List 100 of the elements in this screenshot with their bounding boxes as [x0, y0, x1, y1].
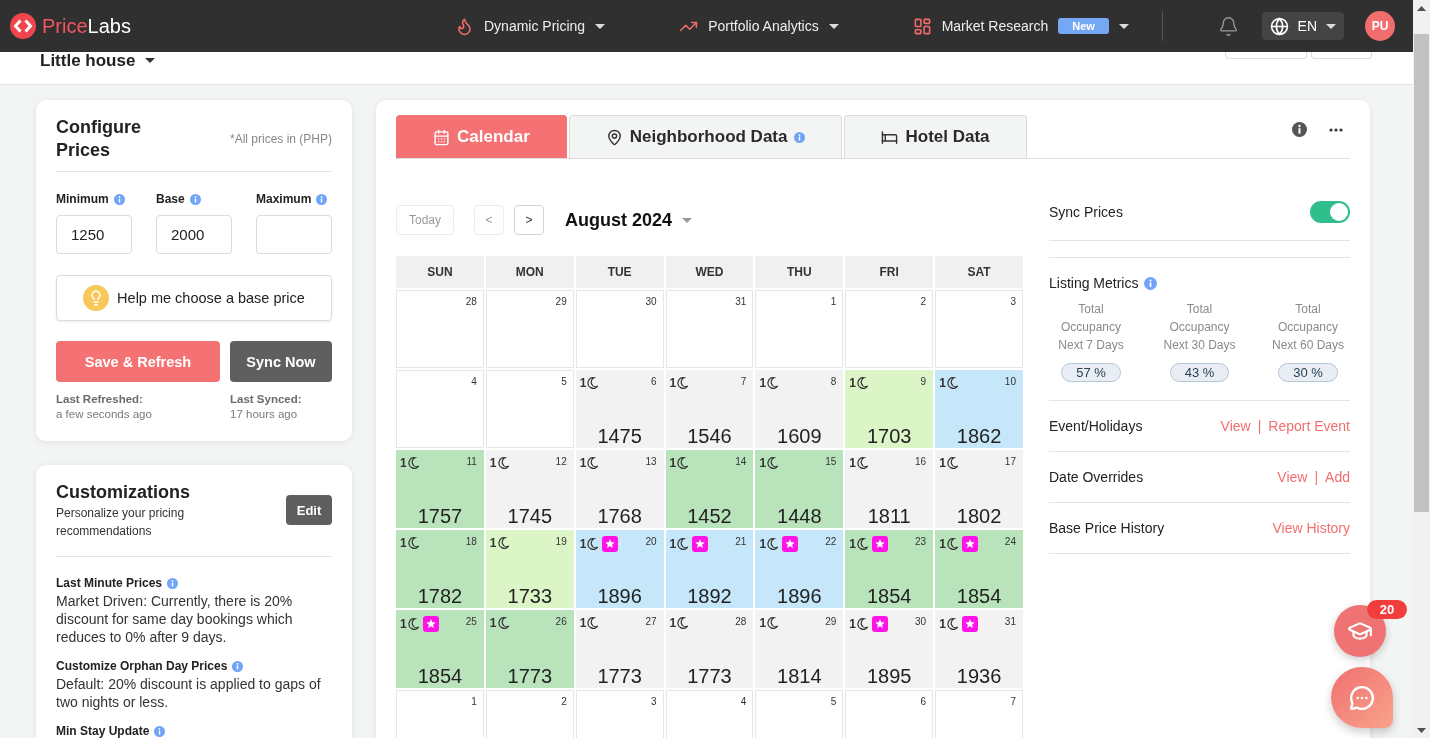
calendar-day-cell[interactable]: 1 28 1773 — [665, 610, 754, 688]
month-selector[interactable]: August 2024 — [565, 209, 693, 231]
date-number: 2 — [561, 696, 567, 708]
date-number: 3 — [651, 696, 657, 708]
min-stay-count: 1 — [669, 456, 677, 470]
date-number: 4 — [471, 376, 477, 388]
price-input[interactable] — [256, 215, 332, 254]
min-stay-count: 1 — [939, 456, 946, 470]
moon-icon — [946, 538, 958, 550]
calendar-day-cell[interactable]: 1 26 1773 — [485, 610, 574, 688]
min-stay-count: 1 — [759, 376, 767, 390]
calendar-day-cell[interactable]: 1 23 1854 — [845, 530, 934, 608]
calendar-day-cell[interactable]: 1 13 1768 — [575, 450, 664, 528]
moon-icon — [856, 538, 868, 550]
more-icon[interactable] — [1329, 127, 1343, 132]
scroll-down-icon[interactable] — [1417, 728, 1426, 733]
calendar-day-cell[interactable]: 1 24 1854 — [935, 530, 1023, 608]
calendar-day-cell[interactable]: 1 9 1703 — [845, 370, 934, 448]
calendar-day-cell[interactable]: 6 — [845, 690, 934, 738]
calendar-day-cell[interactable]: 1 — [755, 290, 844, 368]
edit-button[interactable]: Edit — [286, 495, 332, 525]
calendar-day-cell[interactable]: 3 — [575, 690, 664, 738]
logo-icon[interactable] — [10, 13, 36, 39]
nav-menu-item[interactable]: Dynamic Pricing — [455, 11, 606, 41]
calendar-day-cell[interactable]: 5 — [485, 370, 574, 448]
price-text: 1895 — [866, 666, 912, 687]
caret-icon — [145, 58, 156, 63]
calendar-day-cell[interactable]: 4 — [396, 370, 484, 448]
calendar-day-cell[interactable]: 28 — [396, 290, 484, 368]
calendar-day-cell[interactable]: 2 — [485, 690, 574, 738]
calendar-day-cell[interactable]: 4 — [665, 690, 754, 738]
calendar-day-cell[interactable]: 1 20 1896 — [575, 530, 664, 608]
date-number: 30 — [645, 296, 657, 308]
listing-selector[interactable]: Little house — [40, 52, 156, 69]
calendar-day-cell[interactable]: 1 21 1892 — [665, 530, 754, 608]
calendar-day-cell[interactable]: 1 — [396, 690, 484, 738]
field-label: Minimum — [56, 192, 109, 206]
calendar-day-cell[interactable]: 2 — [845, 290, 934, 368]
calendar-day-cell[interactable]: 1 29 1814 — [755, 610, 844, 688]
calendar-day-cell[interactable]: 1 30 1895 — [845, 610, 934, 688]
calendar-day-cell[interactable]: 1 31 1936 — [935, 610, 1023, 688]
calendar-day-cell[interactable]: 31 — [665, 290, 754, 368]
status-value: a few seconds ago — [56, 407, 153, 422]
tab[interactable]: Hotel Data — [844, 115, 1027, 158]
brand-name[interactable]: PriceLabs — [42, 14, 131, 38]
min-stay-count: 1 — [579, 456, 587, 470]
field-label: Base — [156, 192, 185, 206]
status-label: Last Synced: — [230, 392, 302, 407]
calendar-day-cell[interactable]: 1 22 1896 — [755, 530, 844, 608]
moon-icon — [946, 618, 958, 630]
calendar-day-cell[interactable]: 30 — [575, 290, 664, 368]
calendar-day-cell[interactable]: 1 25 1854 — [396, 610, 484, 688]
calendar-day-cell[interactable]: 1 17 1802 — [935, 450, 1023, 528]
calendar-day-cell[interactable]: 1 12 1745 — [485, 450, 574, 528]
weekday-header: SAT — [935, 256, 1023, 288]
moon-icon — [677, 457, 689, 469]
sync-toggle[interactable] — [1310, 201, 1350, 223]
setting-description: Market Driven: Currently, there is 20% discount for same day bookings which reduces to 0% after 9 days. — [56, 592, 294, 646]
calendar-day-cell[interactable]: 1 16 1811 — [845, 450, 934, 528]
calendar-day-cell[interactable]: 1 11 1757 — [396, 450, 484, 528]
price-input[interactable]: 2000 — [156, 215, 232, 254]
moon-icon — [677, 617, 689, 629]
help-choose-price-button[interactable]: Help me choose a base price — [56, 275, 332, 321]
calendar-day-cell[interactable]: 5 — [755, 690, 844, 738]
calendar-day-cell[interactable]: 1 6 1475 — [575, 370, 664, 448]
language-selector[interactable]: EN — [1261, 12, 1344, 40]
price-input[interactable]: 1250 — [56, 215, 132, 254]
date-number: 6 — [920, 696, 927, 708]
next-month-button[interactable]: > — [514, 205, 545, 235]
notification-bell-icon[interactable] — [1217, 15, 1239, 37]
info-icon — [1144, 276, 1158, 290]
metric-label: Total Occupancy Next 30 Days — [1162, 301, 1237, 354]
tab[interactable]: Neighborhood Data — [568, 115, 843, 158]
moon-icon — [587, 617, 599, 629]
calendar-day-cell[interactable]: 1 15 1448 — [755, 450, 844, 528]
min-stay-count: 1 — [489, 616, 497, 630]
calendar-day-cell[interactable]: 1 7 1546 — [665, 370, 754, 448]
header-button[interactable] — [1311, 52, 1372, 59]
moon-icon — [497, 537, 509, 549]
row-label: Event/Holidays — [1049, 418, 1143, 434]
scrollbar-thumb[interactable] — [1414, 34, 1429, 512]
sync-now-button[interactable]: Sync Now — [230, 341, 332, 382]
nav-menu-item[interactable]: Market Research New — [912, 11, 1129, 41]
header-button[interactable] — [1225, 52, 1307, 59]
nav-menu-item[interactable]: Portfolio Analytics — [679, 11, 839, 41]
calendar-day-cell[interactable]: 3 — [935, 290, 1023, 368]
price-text: 1745 — [507, 506, 552, 527]
moon-icon — [856, 457, 868, 469]
calendar-day-cell[interactable]: 1 19 1733 — [485, 530, 574, 608]
calendar-day-cell[interactable]: 1 27 1773 — [575, 610, 664, 688]
info-icon — [1292, 122, 1307, 137]
calendar-day-cell[interactable]: 1 14 1452 — [665, 450, 754, 528]
calendar-day-cell[interactable]: 1 10 1862 — [935, 370, 1023, 448]
date-number: 23 — [915, 536, 927, 548]
scroll-up-icon[interactable] — [1417, 6, 1426, 11]
calendar-day-cell[interactable]: 1 18 1782 — [396, 530, 484, 608]
status-label: Last Refreshed: — [56, 392, 144, 407]
calendar-day-cell[interactable]: 7 — [935, 690, 1023, 738]
calendar-day-cell[interactable]: 1 8 1609 — [755, 370, 844, 448]
calendar-day-cell[interactable]: 29 — [485, 290, 574, 368]
